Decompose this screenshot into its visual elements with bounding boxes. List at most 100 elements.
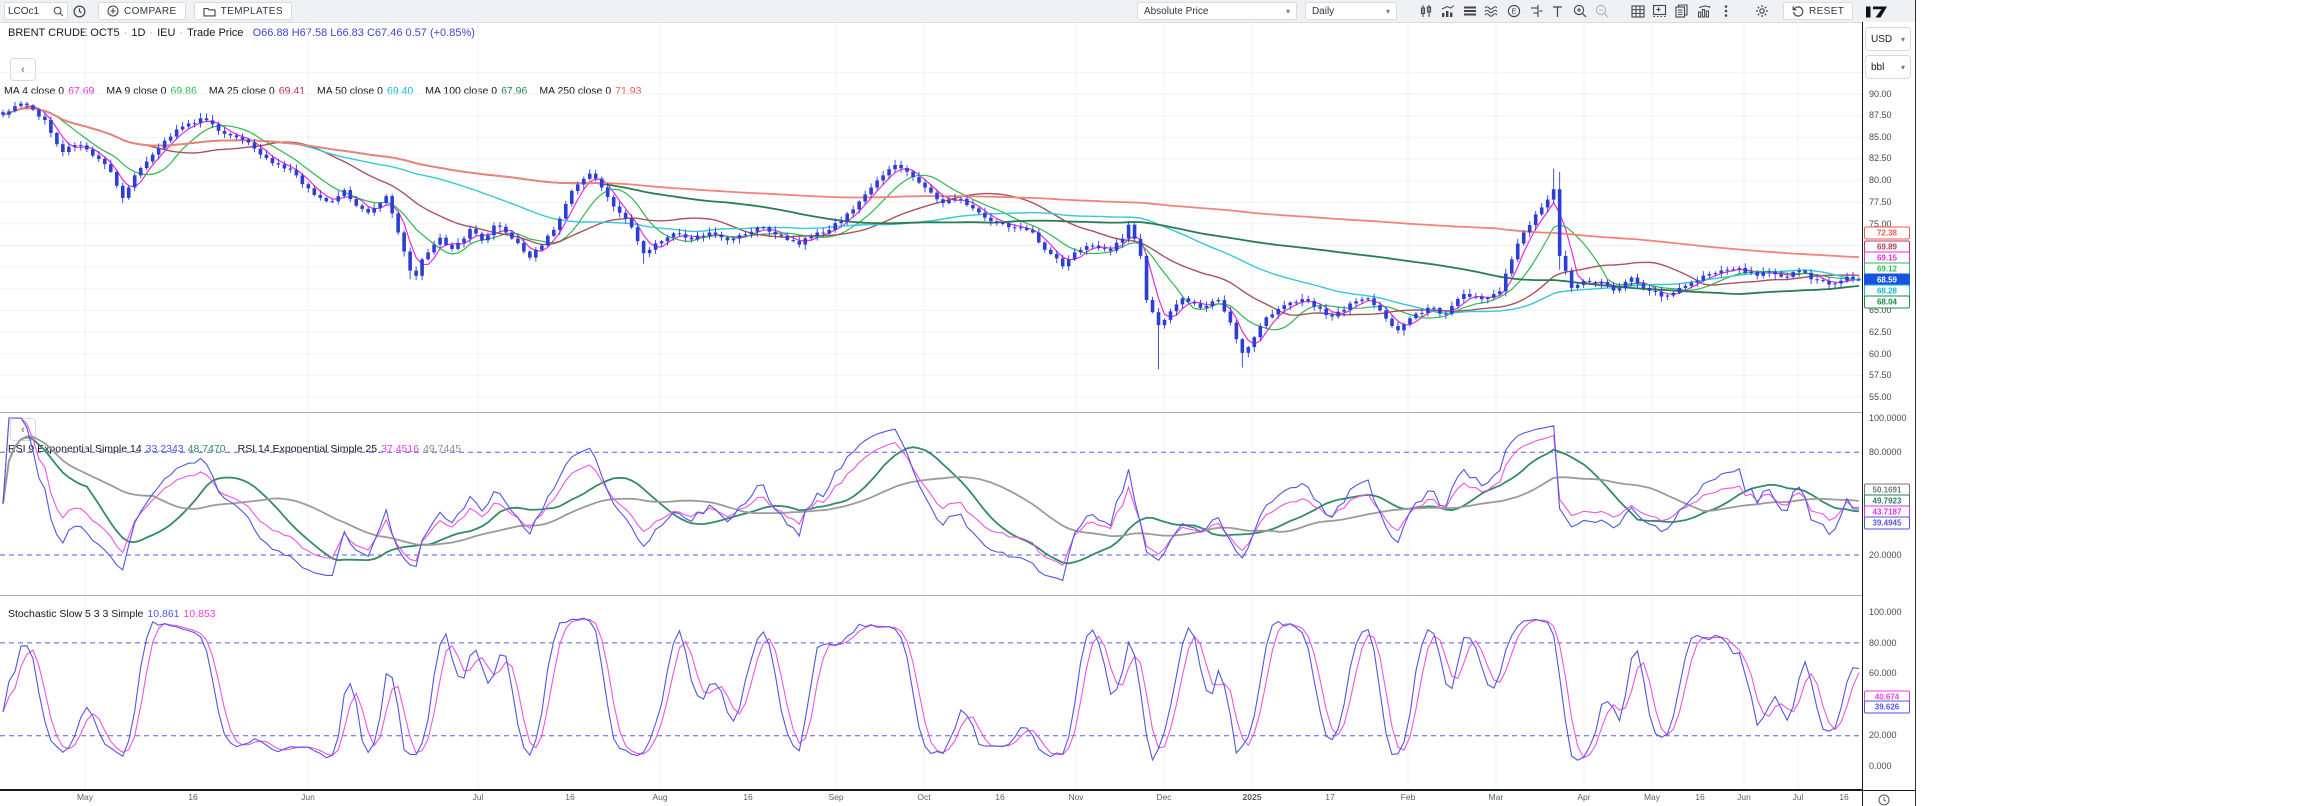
- price-mode-select[interactable]: Absolute Price ▾: [1137, 2, 1297, 20]
- zoom-in-button[interactable]: [1570, 2, 1590, 20]
- stochastic-panel-canvas[interactable]: [0, 595, 1862, 789]
- more-options-button[interactable]: [1716, 2, 1736, 20]
- add-panel-button[interactable]: [1650, 2, 1670, 20]
- unit-select[interactable]: bbl ▾: [1865, 55, 1911, 79]
- duplicate-button[interactable]: [1672, 2, 1692, 20]
- time-axis-label: 16: [188, 792, 197, 802]
- tradingview-logo[interactable]: [1865, 4, 1889, 19]
- axis-tick-label: 85.00: [1869, 132, 1892, 142]
- rsi-panel-canvas[interactable]: [0, 412, 1862, 595]
- axis-tick-label: 62.50: [1869, 327, 1892, 337]
- panel-divider[interactable]: [0, 412, 1915, 413]
- grid-layout-button[interactable]: [1628, 2, 1648, 20]
- symbol-value: LCOc1: [8, 6, 39, 17]
- axis-tick-label: 100.0000: [1869, 413, 1907, 423]
- time-axis-label: Jul: [473, 792, 484, 802]
- events-button[interactable]: E: [1504, 2, 1524, 20]
- svg-text:E: E: [1511, 7, 1516, 16]
- axis-tick-label: 0.000: [1869, 761, 1892, 771]
- time-axis-label: 17: [1325, 792, 1334, 802]
- time-axis-label: Apr: [1577, 792, 1590, 802]
- mini-bar-chart-icon: [1697, 4, 1711, 18]
- time-axis-label: 16: [743, 792, 752, 802]
- price-tag: 39.626: [1864, 701, 1910, 714]
- price-tag: 68.04: [1864, 296, 1910, 309]
- axis-tick-label: 90.00: [1869, 89, 1892, 99]
- time-axis-label: Nov: [1068, 792, 1083, 802]
- time-axis-label: Dec: [1156, 792, 1171, 802]
- time-axis-label: Oct: [917, 792, 930, 802]
- templates-button[interactable]: TEMPLATES: [194, 2, 292, 20]
- time-axis-label: Jun: [1737, 792, 1751, 802]
- time-axis-separator: [0, 789, 1915, 791]
- time-axis-label: Feb: [1401, 792, 1416, 802]
- reset-button[interactable]: RESET: [1783, 2, 1853, 20]
- axis-tick-label: 80.0000: [1869, 447, 1902, 457]
- axis-tick-label: 80.000: [1869, 638, 1897, 648]
- main-chart-canvas[interactable]: [0, 22, 1862, 412]
- axis-tick-label: 100.000: [1869, 607, 1902, 617]
- axis-tick-label: 87.50: [1869, 110, 1892, 120]
- templates-folder-icon: [203, 6, 216, 17]
- axis-tick-label: 20.0000: [1869, 550, 1902, 560]
- chart-export-button[interactable]: [1694, 2, 1714, 20]
- time-axis-label: 16: [1839, 792, 1848, 802]
- price-tag: 39.4945: [1864, 517, 1910, 530]
- history-clock-button[interactable]: [69, 2, 89, 20]
- price-axis-column[interactable]: USD ▾ bbl ▾ 90.0087.5085.0082.5080.0077.…: [1863, 22, 1915, 790]
- search-icon: [53, 6, 64, 17]
- zoom-in-icon: [1573, 4, 1587, 18]
- reset-undo-icon: [1792, 5, 1804, 17]
- interval-select[interactable]: Daily ▾: [1305, 2, 1397, 20]
- symbol-search-input[interactable]: LCOc1: [4, 2, 68, 20]
- templates-label: TEMPLATES: [221, 6, 283, 17]
- text-annotation-button[interactable]: [1548, 2, 1568, 20]
- axis-tick-label: 20.000: [1869, 730, 1897, 740]
- stacked-lines-icon: [1463, 5, 1477, 17]
- time-axis-label: May: [1644, 792, 1660, 802]
- time-axis-label: May: [77, 792, 93, 802]
- time-axis-label: 16: [995, 792, 1004, 802]
- top-toolbar: LCOc1 COMPARE TEMPLATES Absolute Price ▾…: [0, 0, 1915, 23]
- grid-layout-icon: [1631, 5, 1645, 18]
- layers-button[interactable]: [1460, 2, 1480, 20]
- compare-button[interactable]: COMPARE: [98, 2, 186, 20]
- volume-chart-icon: [1441, 4, 1455, 18]
- time-axis-label: Mar: [1489, 792, 1504, 802]
- currency-select[interactable]: USD ▾: [1865, 27, 1911, 51]
- volume-study-button[interactable]: [1438, 2, 1458, 20]
- overlay-waves-button[interactable]: [1482, 2, 1502, 20]
- axis-tick-label: 60.00: [1869, 349, 1892, 359]
- currency-value: USD: [1871, 34, 1892, 45]
- unit-value: bbl: [1871, 62, 1884, 73]
- chevron-down-icon: ▾: [1386, 7, 1390, 16]
- compare-label: COMPARE: [124, 6, 177, 17]
- settings-gear-icon: [1755, 4, 1769, 18]
- time-axis-label: Jun: [301, 792, 315, 802]
- candlestick-icon: [1419, 4, 1433, 18]
- clock-icon: [1878, 794, 1890, 806]
- time-axis-label: 16: [1695, 792, 1704, 802]
- panel-divider[interactable]: [0, 595, 1915, 596]
- chevron-down-icon: ▾: [1901, 63, 1905, 72]
- time-axis-label: 16: [565, 792, 574, 802]
- axis-tick-label: 57.50: [1869, 370, 1892, 380]
- time-axis-label: 2025: [1243, 792, 1262, 802]
- axis-tick-label: 60.000: [1869, 668, 1897, 678]
- axis-tick-label: 80.00: [1869, 175, 1892, 185]
- scale-adjust-icon: [1529, 4, 1543, 18]
- chevron-down-icon: ▾: [1901, 35, 1905, 44]
- more-options-icon: [1724, 4, 1728, 18]
- scale-adjust-button[interactable]: [1526, 2, 1546, 20]
- waves-icon: [1484, 5, 1499, 17]
- reset-label: RESET: [1809, 6, 1844, 17]
- time-axis-label: Jul: [1793, 792, 1804, 802]
- history-clock-icon: [73, 5, 86, 18]
- zoom-out-button[interactable]: [1592, 2, 1612, 20]
- settings-button[interactable]: [1752, 2, 1772, 20]
- price-mode-value: Absolute Price: [1144, 6, 1208, 17]
- timezone-clock-button[interactable]: [1878, 793, 1890, 806]
- price-tag: 72.38: [1864, 227, 1910, 240]
- axis-tick-label: 55.00: [1869, 392, 1892, 402]
- chart-style-button[interactable]: [1416, 2, 1436, 20]
